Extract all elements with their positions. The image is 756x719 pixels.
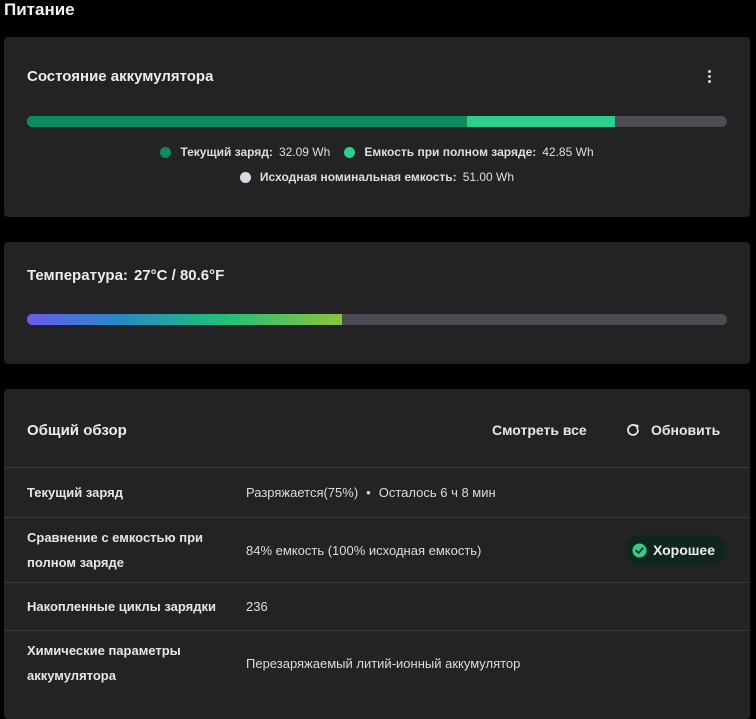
current-charge-segment xyxy=(27,116,468,127)
check-circle-icon xyxy=(632,542,647,558)
temperature-card: Температура: 27°C / 80.6°F xyxy=(4,242,750,364)
status-badge-label: Хорошее xyxy=(652,542,715,558)
battery-status-card: Состояние аккумулятора Текущий заряд: 32… xyxy=(4,37,750,217)
legend-label: Емкость при полном заряде: xyxy=(364,145,537,159)
temperature-readout: Температура: 27°C / 80.6°F xyxy=(27,267,224,284)
battery-capacity-bar xyxy=(27,116,727,127)
temperature-value: 27°C / 80.6°F xyxy=(133,267,225,284)
refresh-label: Обновить xyxy=(651,422,721,438)
legend-label: Текущий заряд: xyxy=(180,145,273,159)
overview-title: Общий обзор xyxy=(27,422,127,439)
more-vertical-icon[interactable] xyxy=(702,67,716,85)
row-label: Накопленные циклы зарядки xyxy=(27,599,216,614)
legend-dot xyxy=(160,146,172,158)
legend-design-capacity: Исходная номинальная емкость: 51.00 Wh xyxy=(239,170,515,184)
row-value: 84% емкость (100% исходная емкость) xyxy=(246,542,482,558)
row-value: Перезаряжаемый литий-ионный аккумулятор xyxy=(246,655,521,671)
view-all-button[interactable]: Смотреть все xyxy=(492,422,587,438)
legend-label: Исходная номинальная емкость: xyxy=(259,170,457,184)
table-row: Текущий заряд Разряжается(75%) • Осталось … xyxy=(4,467,750,517)
page-title: Питание xyxy=(4,0,75,19)
overview-table: Текущий заряд Разряжается(75%) • Осталось … xyxy=(4,467,750,695)
time-remaining: Осталось 6 ч 8 мин xyxy=(378,485,496,500)
table-row: Химические параметры аккумулятора Переза… xyxy=(4,630,750,695)
temperature-bar xyxy=(27,314,727,325)
table-row: Сравнение с емкостью при полном заряде 8… xyxy=(4,517,750,582)
overview-card: Общий обзор Смотреть все Обновить Текущи… xyxy=(4,389,750,719)
legend-value: 32.09 Wh xyxy=(278,145,331,159)
refresh-button[interactable]: Обновить xyxy=(625,422,720,438)
charge-status: Разряжается(75%) xyxy=(246,485,359,500)
legend-full-charge-capacity: Емкость при полном заряде: 42.85 Wh xyxy=(344,145,594,159)
legend-dot xyxy=(239,171,251,183)
row-value: Разряжается(75%) • Осталось 6 ч 8 мин xyxy=(246,485,496,500)
table-row: Накопленные циклы зарядки 236 xyxy=(4,582,750,630)
refresh-icon xyxy=(627,424,639,436)
legend-value: 51.00 Wh xyxy=(462,170,515,184)
bullet-separator: • xyxy=(366,485,371,500)
battery-legend-row-2: Исходная номинальная емкость: 51.00 Wh xyxy=(4,170,750,184)
row-label: Сравнение с емкостью при полном заряде xyxy=(27,530,204,570)
row-label: Химические параметры аккумулятора xyxy=(27,643,181,683)
legend-dot xyxy=(344,146,356,158)
legend-value: 42.85 Wh xyxy=(542,145,594,159)
battery-status-title: Состояние аккумулятора xyxy=(27,68,214,85)
legend-current-charge: Текущий заряд: 32.09 Wh xyxy=(160,145,330,159)
row-value: 236 xyxy=(246,599,268,614)
battery-legend-row-1: Текущий заряд: 32.09 Wh Емкость при полн… xyxy=(4,145,750,159)
temperature-level-fill xyxy=(27,314,342,325)
row-label: Текущий заряд xyxy=(27,485,123,500)
temperature-label: Температура: xyxy=(27,267,128,284)
status-badge: Хорошее xyxy=(624,535,727,565)
